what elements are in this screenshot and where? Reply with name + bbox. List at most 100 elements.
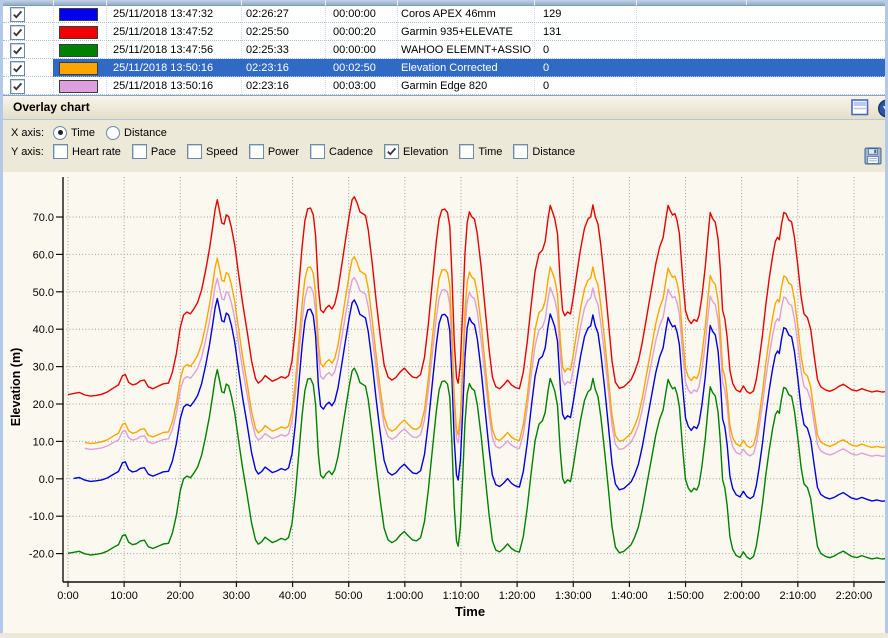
x-tick-label: 40:00: [279, 590, 307, 602]
check-icon: [12, 81, 23, 92]
track-value: 0: [543, 41, 549, 59]
track-color-swatch: [59, 62, 98, 75]
yaxis-checkbox-power[interactable]: [249, 144, 264, 159]
check-icon: [12, 45, 23, 56]
track-offset: 00:03:00: [333, 77, 376, 95]
tracks-table: 25/11/2018 13:47:32 02:26:27 00:00:00 Coros…: [3, 0, 885, 95]
track-date: 25/11/2018 13:47:56: [113, 41, 213, 59]
overlay-chart-area[interactable]: 70.060.050.040.030.020.010.00.0-10.0-20.…: [0, 172, 888, 633]
track-value: 129: [543, 5, 561, 23]
x-tick-label: 2:20:00: [836, 590, 873, 602]
xaxis-radio-time[interactable]: [53, 126, 67, 140]
yaxis-option-label: Time: [478, 146, 502, 158]
track-duration: 02:25:33: [246, 41, 289, 59]
y-tick-label: 70.0: [33, 212, 54, 224]
chart-plot-canvas[interactable]: 70.060.050.040.030.020.010.00.0-10.0-20.…: [0, 172, 888, 633]
chart-series: [68, 197, 885, 559]
x-tick-label: 0:00: [57, 590, 78, 602]
track-row[interactable]: 25/11/2018 13:50:1602:23:1600:03:00Garmi…: [3, 77, 885, 95]
x-tick-label: 1:40:00: [611, 590, 648, 602]
check-icon: [12, 9, 23, 20]
y-tick-label: 60.0: [33, 249, 54, 261]
chart-controls: X axis: Time Distance Y axis: Heart rate P…: [3, 120, 885, 173]
yaxis-checkbox-speed[interactable]: [187, 144, 202, 159]
xaxis-option-label: Time: [71, 127, 95, 139]
save-chart-icon[interactable]: [864, 147, 882, 165]
yaxis-option-label: Cadence: [329, 146, 373, 158]
gps-overlay-app: 25/11/2018 13:47:32 02:26:27 00:00:00 Coros…: [0, 0, 888, 633]
track-duration: 02:23:16: [246, 59, 289, 77]
yaxis-checkbox-heart-rate[interactable]: [53, 144, 68, 159]
track-color-swatch: [59, 8, 98, 21]
yaxis-checkbox-cadence[interactable]: [310, 144, 325, 159]
track-device-name: WAHOO ELEMNT+ASSIOM...: [401, 41, 531, 59]
yaxis-option-label: Power: [268, 146, 299, 158]
x-axis-title: Time: [455, 604, 485, 619]
row-checkbox[interactable]: [10, 7, 25, 22]
y-tick-label: 40.0: [33, 324, 54, 336]
yaxis-option-time: Time: [459, 144, 502, 159]
x-tick-label: 1:50:00: [667, 590, 704, 602]
track-offset: 00:00:20: [333, 23, 376, 41]
track-date: 25/11/2018 13:47:32: [113, 5, 213, 23]
yaxis-option-distance: Distance: [513, 144, 575, 159]
y-tick-label: 20.0: [33, 399, 54, 411]
yaxis-option-label: Distance: [532, 146, 575, 158]
yaxis-checkbox-pace[interactable]: [132, 144, 147, 159]
yaxis-option-label: Heart rate: [72, 146, 121, 158]
window-border-left: [0, 0, 3, 633]
track-device-name: Garmin Edge 820: [401, 77, 487, 95]
track-row[interactable]: 25/11/2018 13:47:52 02:25:50 00:00:20 Garmi…: [3, 23, 885, 41]
yaxis-option-heart-rate: Heart rate: [53, 144, 121, 159]
xaxis-option-label: Distance: [124, 127, 167, 139]
x-tick-label: 1:10:00: [443, 590, 480, 602]
track-value: 131: [543, 23, 561, 41]
track-row[interactable]: 25/11/2018 13:47:56 02:25:33 00:00:00 WAHOO…: [3, 41, 885, 59]
track-row[interactable]: 25/11/2018 13:47:32 02:26:27 00:00:00 Coros…: [3, 5, 885, 23]
y-tick-label: 50.0: [33, 287, 54, 299]
yaxis-checkbox-elevation[interactable]: [384, 144, 399, 159]
yaxis-checkbox-distance[interactable]: [513, 144, 528, 159]
yaxis-option-label: Elevation: [403, 146, 448, 158]
yaxis-option-label: Pace: [151, 146, 176, 158]
panel-layout-icon[interactable]: [851, 99, 869, 121]
track-color-swatch: [59, 44, 98, 57]
yaxis-checkbox-time[interactable]: [459, 144, 474, 159]
track-row[interactable]: 25/11/2018 13:50:1602:23:1600:02:50Eleva…: [3, 59, 885, 77]
x-axis-label: X axis:: [11, 127, 53, 139]
track-device-name: Coros APEX 46mm: [401, 5, 496, 23]
track-value: 0: [543, 77, 549, 95]
track-duration: 02:25:50: [246, 23, 289, 41]
track-device-name: Elevation Corrected: [401, 59, 498, 77]
xaxis-option-time: Time: [53, 126, 95, 140]
y-tick-label: -10.0: [29, 511, 54, 523]
row-checkbox[interactable]: [10, 61, 25, 76]
y-tick-label: 10.0: [33, 436, 54, 448]
yaxis-option-elevation: Elevation: [384, 144, 448, 159]
track-offset: 00:00:00: [333, 5, 376, 23]
yaxis-option-speed: Speed: [187, 144, 238, 159]
row-checkbox[interactable]: [10, 79, 25, 94]
track-date: 25/11/2018 13:47:52: [113, 23, 213, 41]
xaxis-radio-distance[interactable]: [106, 126, 120, 140]
overlay-panel-header: Overlay chart: [3, 96, 885, 120]
y-tick-label: -20.0: [29, 549, 54, 561]
track-device-name: Garmin 935+ELEVATE: [401, 23, 513, 41]
xaxis-option-distance: Distance: [106, 126, 167, 140]
panel-title: Overlay chart: [13, 96, 90, 118]
row-checkbox[interactable]: [10, 43, 25, 58]
y-axis-selector-row: Y axis: Heart rate Pace Speed Power Cadence E…: [11, 144, 586, 159]
x-tick-label: 2:10:00: [779, 590, 816, 602]
track-duration: 02:26:27: [246, 5, 289, 23]
x-tick-label: 1:20:00: [499, 590, 536, 602]
track-date: 25/11/2018 13:50:16: [113, 77, 213, 95]
yaxis-option-pace: Pace: [132, 144, 176, 159]
row-checkbox[interactable]: [10, 25, 25, 40]
track-offset: 00:00:00: [333, 41, 376, 59]
yaxis-option-cadence: Cadence: [310, 144, 373, 159]
y-axis-label: Y axis:: [11, 146, 53, 158]
x-tick-label: 1:00:00: [386, 590, 423, 602]
x-tick-label: 20:00: [167, 590, 195, 602]
y-tick-label: 30.0: [33, 362, 54, 374]
check-icon: [12, 27, 23, 38]
